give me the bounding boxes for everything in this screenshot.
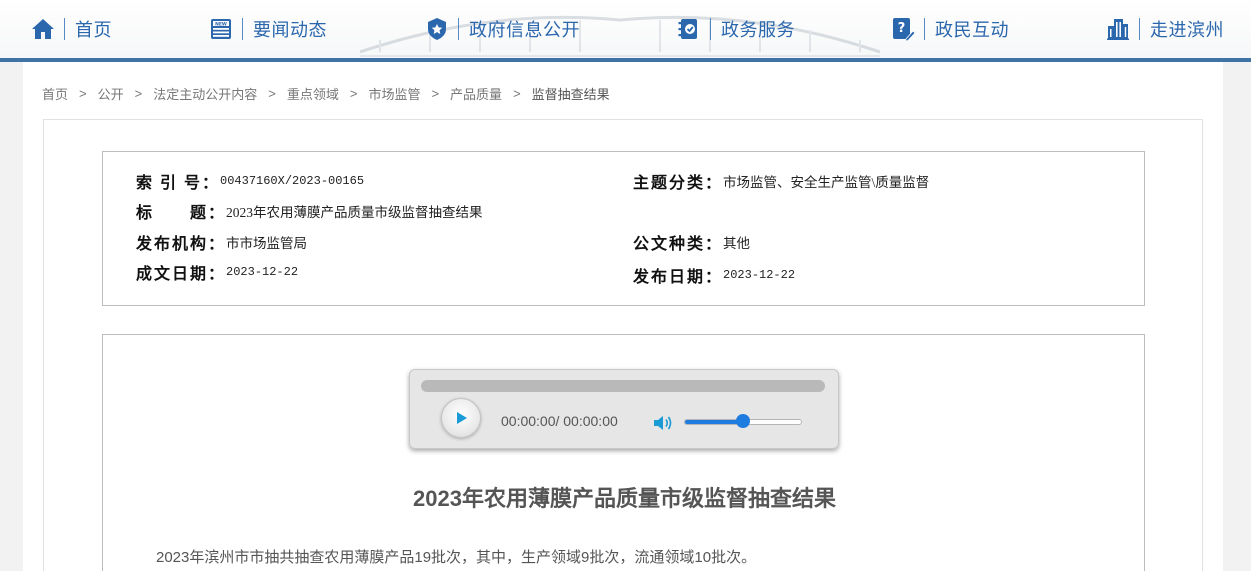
meta-written-date-row: 成文日期： 2023-12-22 (136, 260, 298, 284)
meta-title-value: 2023年农用薄膜产品质量市级监督抽查结果 (226, 205, 483, 220)
nav-item-label: 走进滨州 (1150, 20, 1224, 40)
article-paragraph: 2023年滨州市市抽共抽查农用薄膜产品19批次，其中，生产领域9批次，流通领域1… (156, 549, 757, 566)
breadcrumb-separator: > (134, 85, 143, 101)
nav-item-label: 首页 (75, 20, 112, 40)
breadcrumb-link-home[interactable]: 首页 (42, 84, 68, 103)
meta-publisher-row: 发布机构： 市市场监管局 (136, 230, 307, 254)
meta-published-date-row: 发布日期： 2023-12-22 (633, 263, 795, 287)
article-title: 2023年农用薄膜产品质量市级监督抽查结果 (413, 486, 836, 511)
meta-topic-value: 市场监管、安全生产监管\质量监督 (723, 175, 930, 190)
volume-slider[interactable] (684, 414, 802, 428)
breadcrumb: 首页 > 公开 > 法定主动公开内容 > 重点领域 > 市场监管 > 产品质量 … (42, 84, 610, 102)
nav-item-label: 政府信息公开 (469, 20, 580, 40)
home-icon (31, 17, 55, 41)
volume-icon[interactable] (653, 414, 673, 432)
audio-time-display: 00:00:00/ 00:00:00 (501, 413, 618, 429)
nav-item-home[interactable]: 首页 (31, 14, 112, 44)
meta-written-date-label: 成文日期： (136, 266, 227, 283)
nav-item-label: 要闻动态 (253, 20, 327, 40)
content-frame: 索 引 号： 00437160X/2023-00165 主题分类： 市场监管、安… (43, 119, 1203, 571)
meta-written-date-value: 2023-12-22 (226, 265, 299, 279)
building-icon (1106, 17, 1130, 41)
breadcrumb-link-key-areas[interactable]: 重点领域 (287, 84, 339, 103)
meta-topic-row: 主题分类： 市场监管、安全生产监管\质量监督 (633, 169, 929, 193)
meta-title-row: 标 题： 2023年农用薄膜产品质量市级监督抽查结果 (136, 199, 483, 223)
nav-item-label: 政民互动 (935, 20, 1009, 40)
breadcrumb-link-market[interactable]: 市场监管 (368, 84, 420, 103)
service-icon (677, 17, 701, 41)
breadcrumb-link-statutory[interactable]: 法定主动公开内容 (153, 84, 257, 103)
top-navigation: 首页 NEW 要闻动态 政府信息公开 政务服务 ? 政民互动 走进滨州 (0, 0, 1251, 58)
nav-separator (1139, 18, 1140, 40)
nav-item-about[interactable]: 走进滨州 (1106, 14, 1224, 44)
meta-topic-label: 主题分类： (633, 175, 724, 192)
breadcrumb-separator: > (79, 85, 87, 101)
meta-index-label: 索 引 号： (136, 175, 221, 192)
nav-separator (924, 18, 925, 40)
nav-item-services[interactable]: 政务服务 (677, 14, 795, 44)
document-metadata: 索 引 号： 00437160X/2023-00165 主题分类： 市场监管、安… (102, 151, 1145, 306)
volume-slider-handle[interactable] (736, 414, 750, 428)
breadcrumb-link-product-quality[interactable]: 产品质量 (450, 84, 502, 103)
play-button[interactable] (441, 398, 481, 438)
meta-doctype-value: 其他 (723, 236, 751, 251)
meta-publisher-value: 市市场监管局 (226, 236, 308, 251)
nav-separator (458, 18, 459, 40)
breadcrumb-separator: > (268, 85, 276, 101)
volume-slider-fill (685, 420, 743, 424)
meta-doctype-row: 公文种类： 其他 (633, 230, 750, 254)
nav-item-gov-info[interactable]: 政府信息公开 (425, 14, 580, 44)
play-icon (457, 412, 467, 424)
meta-publisher-label: 发布机构： (136, 236, 227, 253)
badge-icon (425, 17, 449, 41)
nav-item-news[interactable]: NEW 要闻动态 (209, 14, 327, 44)
news-icon: NEW (209, 17, 233, 41)
nav-item-label: 政务服务 (721, 20, 795, 40)
breadcrumb-link-open[interactable]: 公开 (98, 84, 124, 103)
breadcrumb-separator: > (513, 85, 521, 101)
audio-progress-bar[interactable] (421, 380, 825, 392)
nav-item-interaction[interactable]: ? 政民互动 (891, 14, 1009, 44)
nav-separator (710, 18, 711, 40)
question-edit-icon: ? (891, 17, 915, 41)
breadcrumb-current[interactable]: 监督抽查结果 (532, 84, 610, 103)
meta-index-value: 00437160X/2023-00165 (220, 174, 365, 188)
breadcrumb-separator: > (349, 85, 358, 101)
audio-player: 00:00:00/ 00:00:00 (409, 369, 839, 449)
svg-text:?: ? (898, 21, 906, 36)
nav-separator (242, 18, 243, 40)
meta-title-label: 标 题： (136, 205, 227, 222)
article-body: 00:00:00/ 00:00:00 2023年农用薄膜产品质量市级监督抽查结果… (102, 334, 1145, 571)
meta-doctype-label: 公文种类： (633, 236, 724, 253)
meta-index-row: 索 引 号： 00437160X/2023-00165 (136, 169, 364, 193)
svg-text:NEW: NEW (215, 21, 227, 27)
breadcrumb-separator: > (431, 85, 440, 101)
meta-published-date-label: 发布日期： (633, 269, 724, 286)
meta-published-date-value: 2023-12-22 (723, 268, 796, 282)
page-container: 首页 > 公开 > 法定主动公开内容 > 重点领域 > 市场监管 > 产品质量 … (23, 62, 1223, 571)
nav-separator (64, 18, 65, 40)
